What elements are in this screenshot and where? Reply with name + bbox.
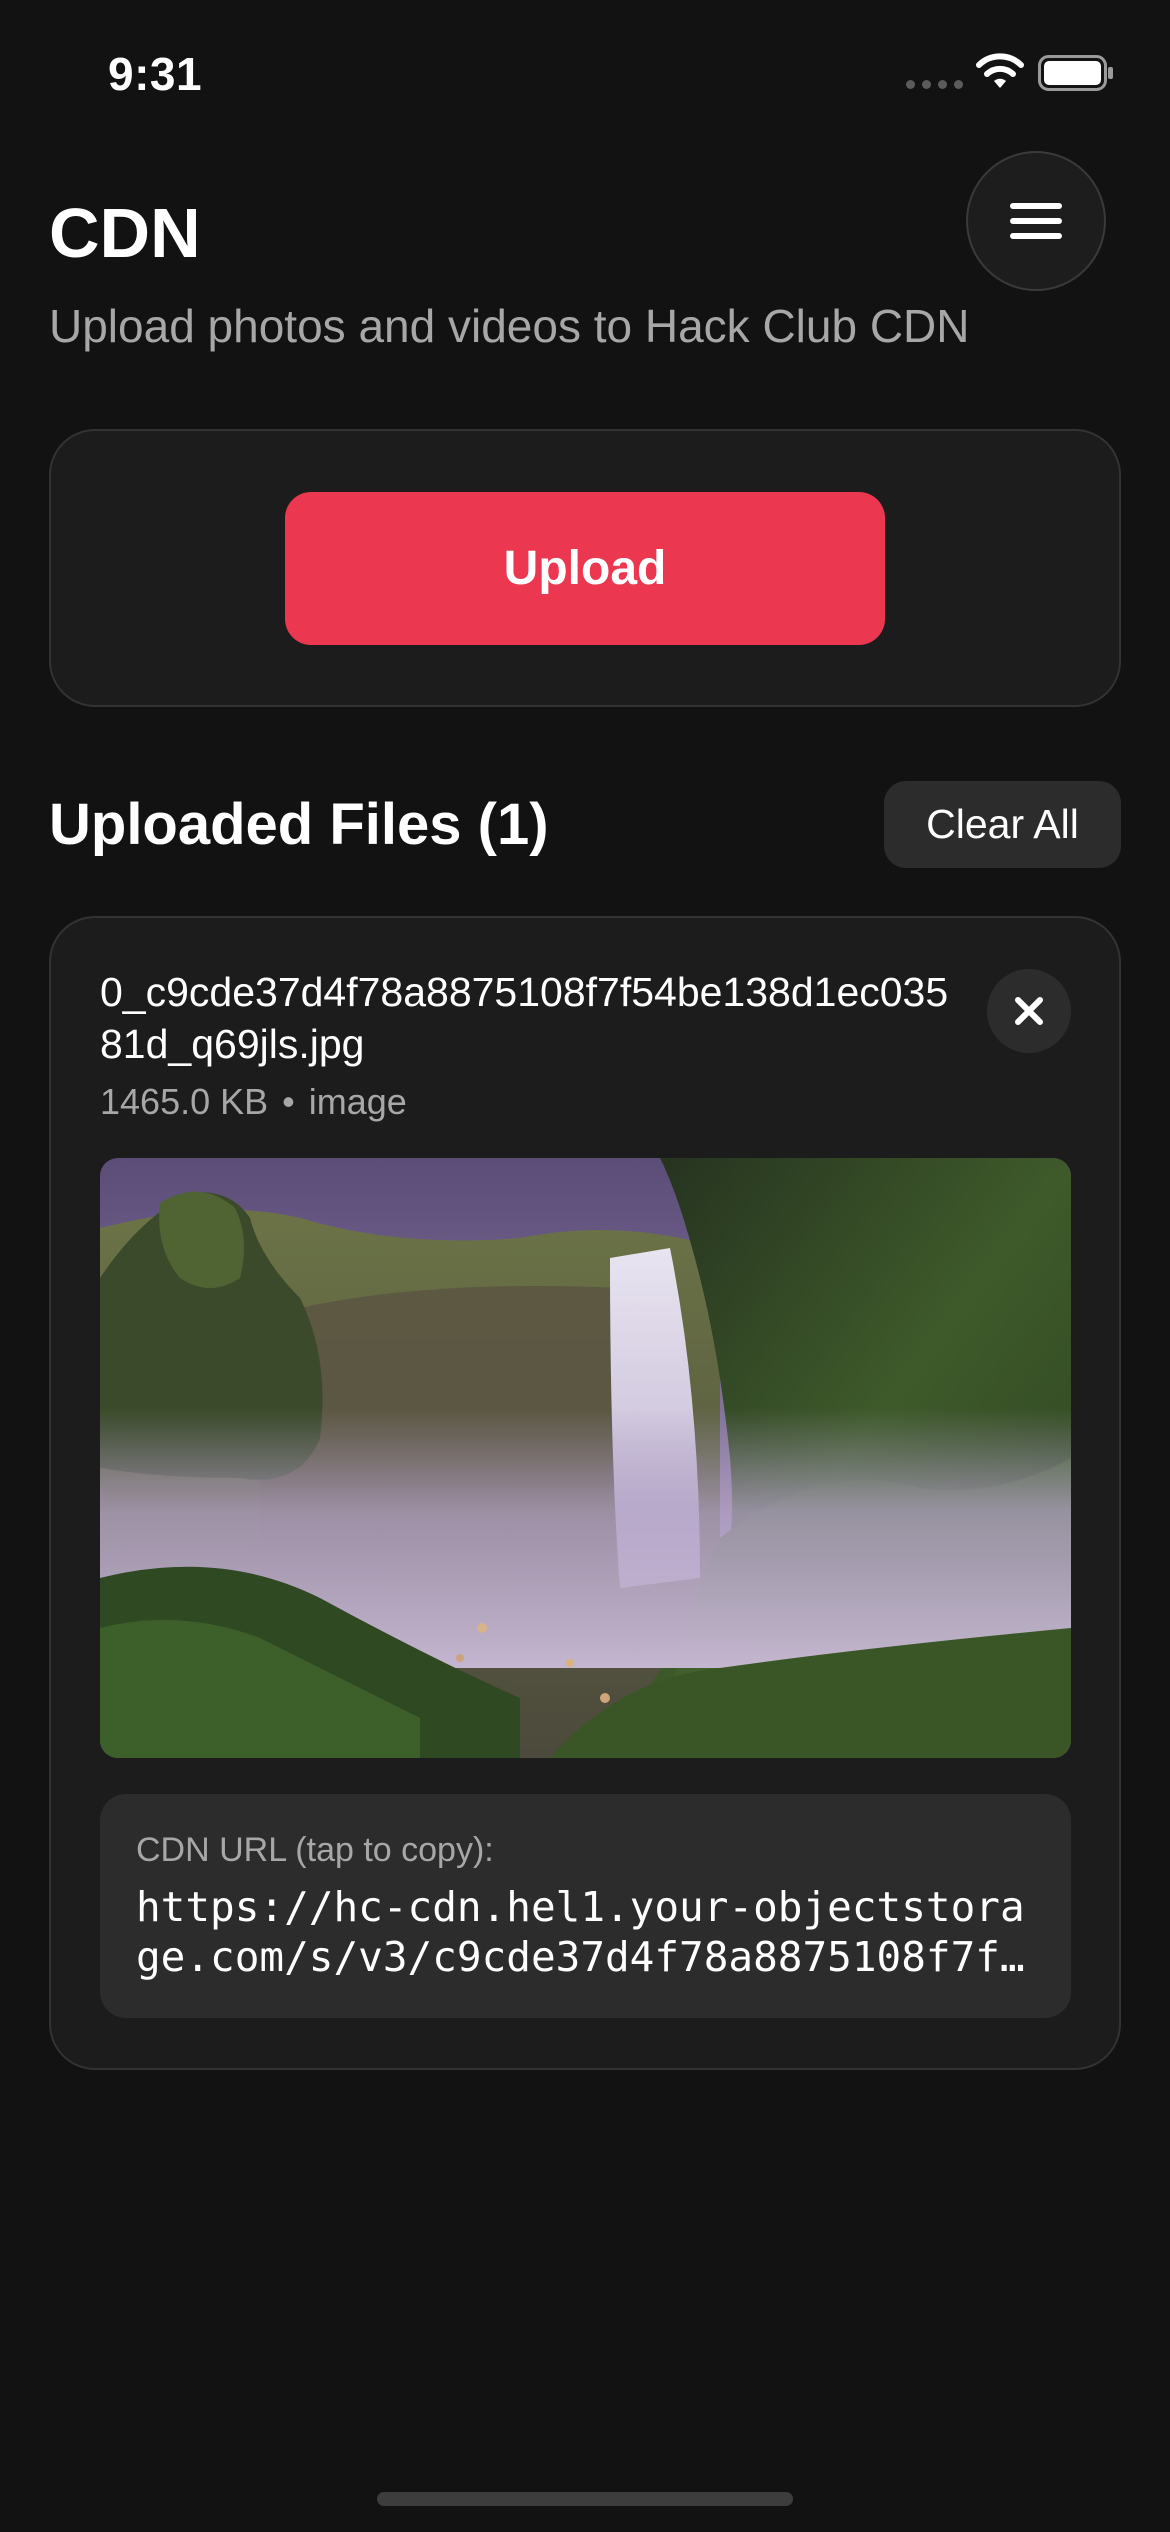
page-subtitle: Upload photos and videos to Hack Club CD… — [49, 300, 970, 352]
page-title: CDN — [49, 194, 201, 272]
file-size: 1465.0 KB — [100, 1081, 269, 1122]
cdn-url-label: CDN URL (tap to copy): — [136, 1831, 494, 1869]
uploaded-files-title: Uploaded Files (1) — [49, 792, 549, 857]
file-type: image — [308, 1081, 407, 1122]
file-name: 0_c9cde37d4f78a8875108f7f54be138d1ec0358… — [100, 969, 949, 1067]
hamburger-menu-icon — [1010, 203, 1062, 239]
file-preview-image[interactable] — [100, 1158, 1071, 1758]
home-indicator — [377, 2492, 793, 2506]
clear-all-button[interactable]: Clear All — [884, 781, 1121, 868]
remove-file-button[interactable] — [987, 969, 1071, 1053]
file-meta: 1465.0 KB • image — [100, 1078, 407, 1126]
meta-separator: • — [282, 1081, 295, 1122]
upload-button[interactable]: Upload — [285, 492, 885, 645]
menu-button[interactable] — [966, 151, 1106, 291]
status-time: 9:31 — [108, 48, 203, 100]
wifi-icon — [976, 53, 1024, 88]
battery-icon — [1038, 55, 1113, 91]
close-icon — [1015, 997, 1043, 1025]
waterfall-photo — [100, 1158, 1071, 1758]
cdn-url-value[interactable]: https://hc-cdn.hel1.your-objectstorage.c… — [136, 1882, 1036, 1982]
cellular-signal-icon — [906, 80, 963, 89]
